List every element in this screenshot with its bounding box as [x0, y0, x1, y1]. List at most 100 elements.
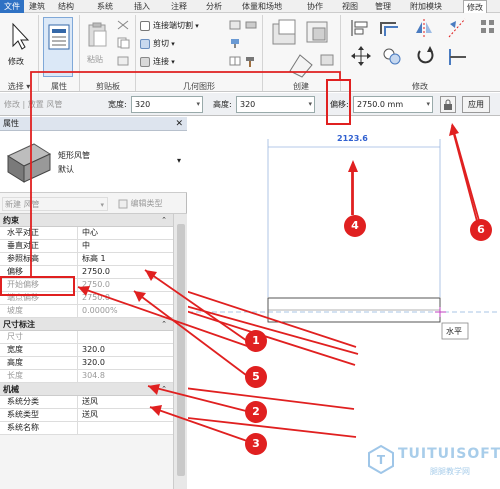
properties-button[interactable] — [43, 17, 73, 77]
offset-dropdown[interactable]: 2750.0 mm ▾ — [353, 96, 433, 113]
hammer-icon[interactable] — [244, 55, 258, 67]
canvas-svg — [188, 126, 500, 438]
menu-insert[interactable]: 插入 — [134, 0, 150, 13]
menu-addins[interactable]: 附加模块 — [410, 0, 442, 13]
offset-value: 2750.0 mm — [357, 100, 404, 109]
demolish-icon[interactable] — [244, 19, 258, 31]
prop-row-width[interactable]: 宽度 320.0 — [0, 344, 173, 357]
menu-annotate[interactable]: 注释 — [171, 0, 187, 13]
prop-row-system-type[interactable]: 系统类型 送风 — [0, 409, 173, 422]
create-assembly-icon[interactable] — [303, 18, 333, 48]
prop-row-slope: 坡度 0.0000% — [0, 305, 173, 318]
menu-collaborate[interactable]: 协作 — [307, 0, 323, 13]
paint-icon[interactable] — [228, 37, 242, 49]
height-label: 高度: — [213, 100, 232, 109]
connect-cut-tool[interactable]: 连接端切割 ▾ — [140, 19, 199, 33]
prop-row-ref-level[interactable]: 参照标高 标高 1 — [0, 253, 173, 266]
offset-tool-icon[interactable] — [378, 18, 400, 38]
move-icon[interactable] — [350, 45, 372, 67]
menu-structure[interactable]: 结构 — [58, 0, 74, 13]
prop-row-v-align[interactable]: 垂直对正中 — [0, 240, 173, 253]
instance-selector-row: 新建 风管 ▾ 编辑类型 — [0, 194, 187, 214]
mirror-draw-icon[interactable] — [446, 18, 468, 38]
properties-scrollbar[interactable] — [173, 214, 187, 489]
paste-button[interactable]: 粘贴 — [82, 17, 110, 77]
menu-modify[interactable]: 修改 — [463, 0, 487, 13]
scrollbar-thumb[interactable] — [177, 224, 185, 476]
panel-create-label: 创建 — [293, 82, 309, 91]
prop-row-system-class[interactable]: 系统分类 送风 — [0, 396, 173, 409]
prop-row-start-offset: 开始偏移 2750.0 — [0, 279, 173, 292]
rectangular-duct-icon — [6, 143, 52, 183]
prop-row-length: 长度 304.8 — [0, 370, 173, 383]
edit-type-icon — [118, 199, 128, 208]
callout-6: 6 — [470, 219, 492, 241]
prop-row-height[interactable]: 高度 320.0 — [0, 357, 173, 370]
copy-icon[interactable] — [381, 45, 403, 67]
match-type-icon[interactable] — [116, 55, 130, 67]
group-dimensions[interactable]: 尺寸标注 ⌃ — [0, 318, 173, 331]
align-icon[interactable] — [348, 18, 370, 38]
copy-tool-icon[interactable] — [116, 37, 130, 49]
chevron-down-icon: ▾ — [426, 100, 430, 108]
context-label: 修改 | 放置 风管 — [4, 100, 63, 109]
mirror-pick-icon[interactable] — [413, 18, 435, 38]
group-constraints[interactable]: 约束 ⌃ — [0, 214, 173, 227]
cut-tool-icon[interactable] — [116, 19, 130, 31]
properties-grid: 约束 ⌃ 水平对正 中心 垂直对正中 参照标高 标高 1 偏移 2750.0 开始偏移 2… — [0, 214, 173, 435]
modify-button-label: 修改 — [8, 57, 24, 66]
prop-row-h-align[interactable]: 水平对正 中心 — [0, 227, 173, 240]
menu-view[interactable]: 视图 — [342, 0, 358, 13]
panel-select-label[interactable]: 选择 ▾ — [0, 81, 38, 92]
group-mechanical[interactable]: 机械 ⌃ — [0, 383, 173, 396]
apply-button[interactable]: 应用 — [462, 96, 490, 113]
instance-selector[interactable]: 新建 风管 ▾ — [2, 197, 108, 211]
join-geometry-tool[interactable]: 连接 ▾ — [140, 55, 175, 69]
rotate-icon[interactable] — [414, 45, 436, 67]
type-selector[interactable]: 矩形风管 默认 ▾ — [0, 131, 187, 193]
prop-row-end-offset: 端点偏移 2750.0 — [0, 292, 173, 305]
menu-massing[interactable]: 体量和场地 — [242, 0, 282, 13]
create-part-icon[interactable] — [270, 18, 300, 48]
dimension-text[interactable]: 2123.6 — [337, 134, 368, 143]
create-group-icon[interactable] — [286, 49, 316, 79]
collapse-icon: ⌃ — [161, 320, 167, 328]
split-face-icon[interactable] — [228, 55, 242, 67]
menu-analyze[interactable]: 分析 — [206, 0, 222, 13]
file-menu[interactable]: 文件 — [0, 0, 24, 13]
placement-tooltip: 水平 — [446, 327, 462, 336]
type-name: 默认 — [58, 165, 74, 174]
drawing-canvas[interactable]: 2123.6 水平 — [188, 117, 500, 489]
trim-icon[interactable] — [446, 45, 468, 67]
watermark-sub: 腿腿教学网 — [430, 467, 470, 476]
options-bar: 修改 | 放置 风管 宽度: 320 ▾ 高度: 320 ▾ 偏移: 2750.… — [0, 93, 500, 116]
modify-button[interactable]: 修改 — [3, 17, 33, 77]
callout-2: 2 — [245, 401, 267, 423]
width-dropdown[interactable]: 320 ▾ — [131, 96, 203, 113]
height-value: 320 — [240, 100, 256, 109]
menu-manage[interactable]: 管理 — [375, 0, 391, 13]
lock-height-button[interactable] — [440, 96, 456, 113]
prop-row-size: 尺寸 — [0, 331, 173, 344]
prop-row-system-name[interactable]: 系统名称 — [0, 422, 173, 435]
menu-systems[interactable]: 系统 — [97, 0, 113, 13]
menu-architecture[interactable]: 建筑 — [29, 0, 45, 13]
lock-icon — [444, 99, 452, 110]
height-dropdown[interactable]: 320 ▾ — [236, 96, 315, 113]
create-similar-icon[interactable] — [319, 53, 335, 67]
properties-title: 属性 — [3, 119, 19, 128]
ribbon: 修改 粘贴 连接端切割 ▾ 剪切 ▾ 连接 ▾ 选择 ▾ 属性 剪贴板 几何图形… — [0, 13, 500, 92]
wall-join-icon[interactable] — [228, 19, 242, 31]
panel-modify-label: 修改 — [412, 82, 428, 91]
paste-icon — [88, 22, 107, 47]
close-icon[interactable]: ✕ — [175, 117, 183, 131]
prop-row-offset[interactable]: 偏移 2750.0 — [0, 266, 173, 279]
edit-type-button[interactable]: 编辑类型 — [118, 197, 163, 211]
array-icon[interactable] — [480, 19, 496, 35]
cut-geometry-tool[interactable]: 剪切 ▾ — [140, 37, 175, 51]
properties-icon — [48, 24, 70, 50]
join-geometry-icon — [140, 56, 150, 67]
type-family-name: 矩形风管 — [58, 151, 90, 160]
properties-panel: 属性 ✕ 矩形风管 默认 ▾ 新建 风管 ▾ 编辑类型 约束 ⌃ 水平对正 中心 垂… — [0, 117, 187, 489]
chevron-down-icon: ▾ — [100, 201, 104, 209]
